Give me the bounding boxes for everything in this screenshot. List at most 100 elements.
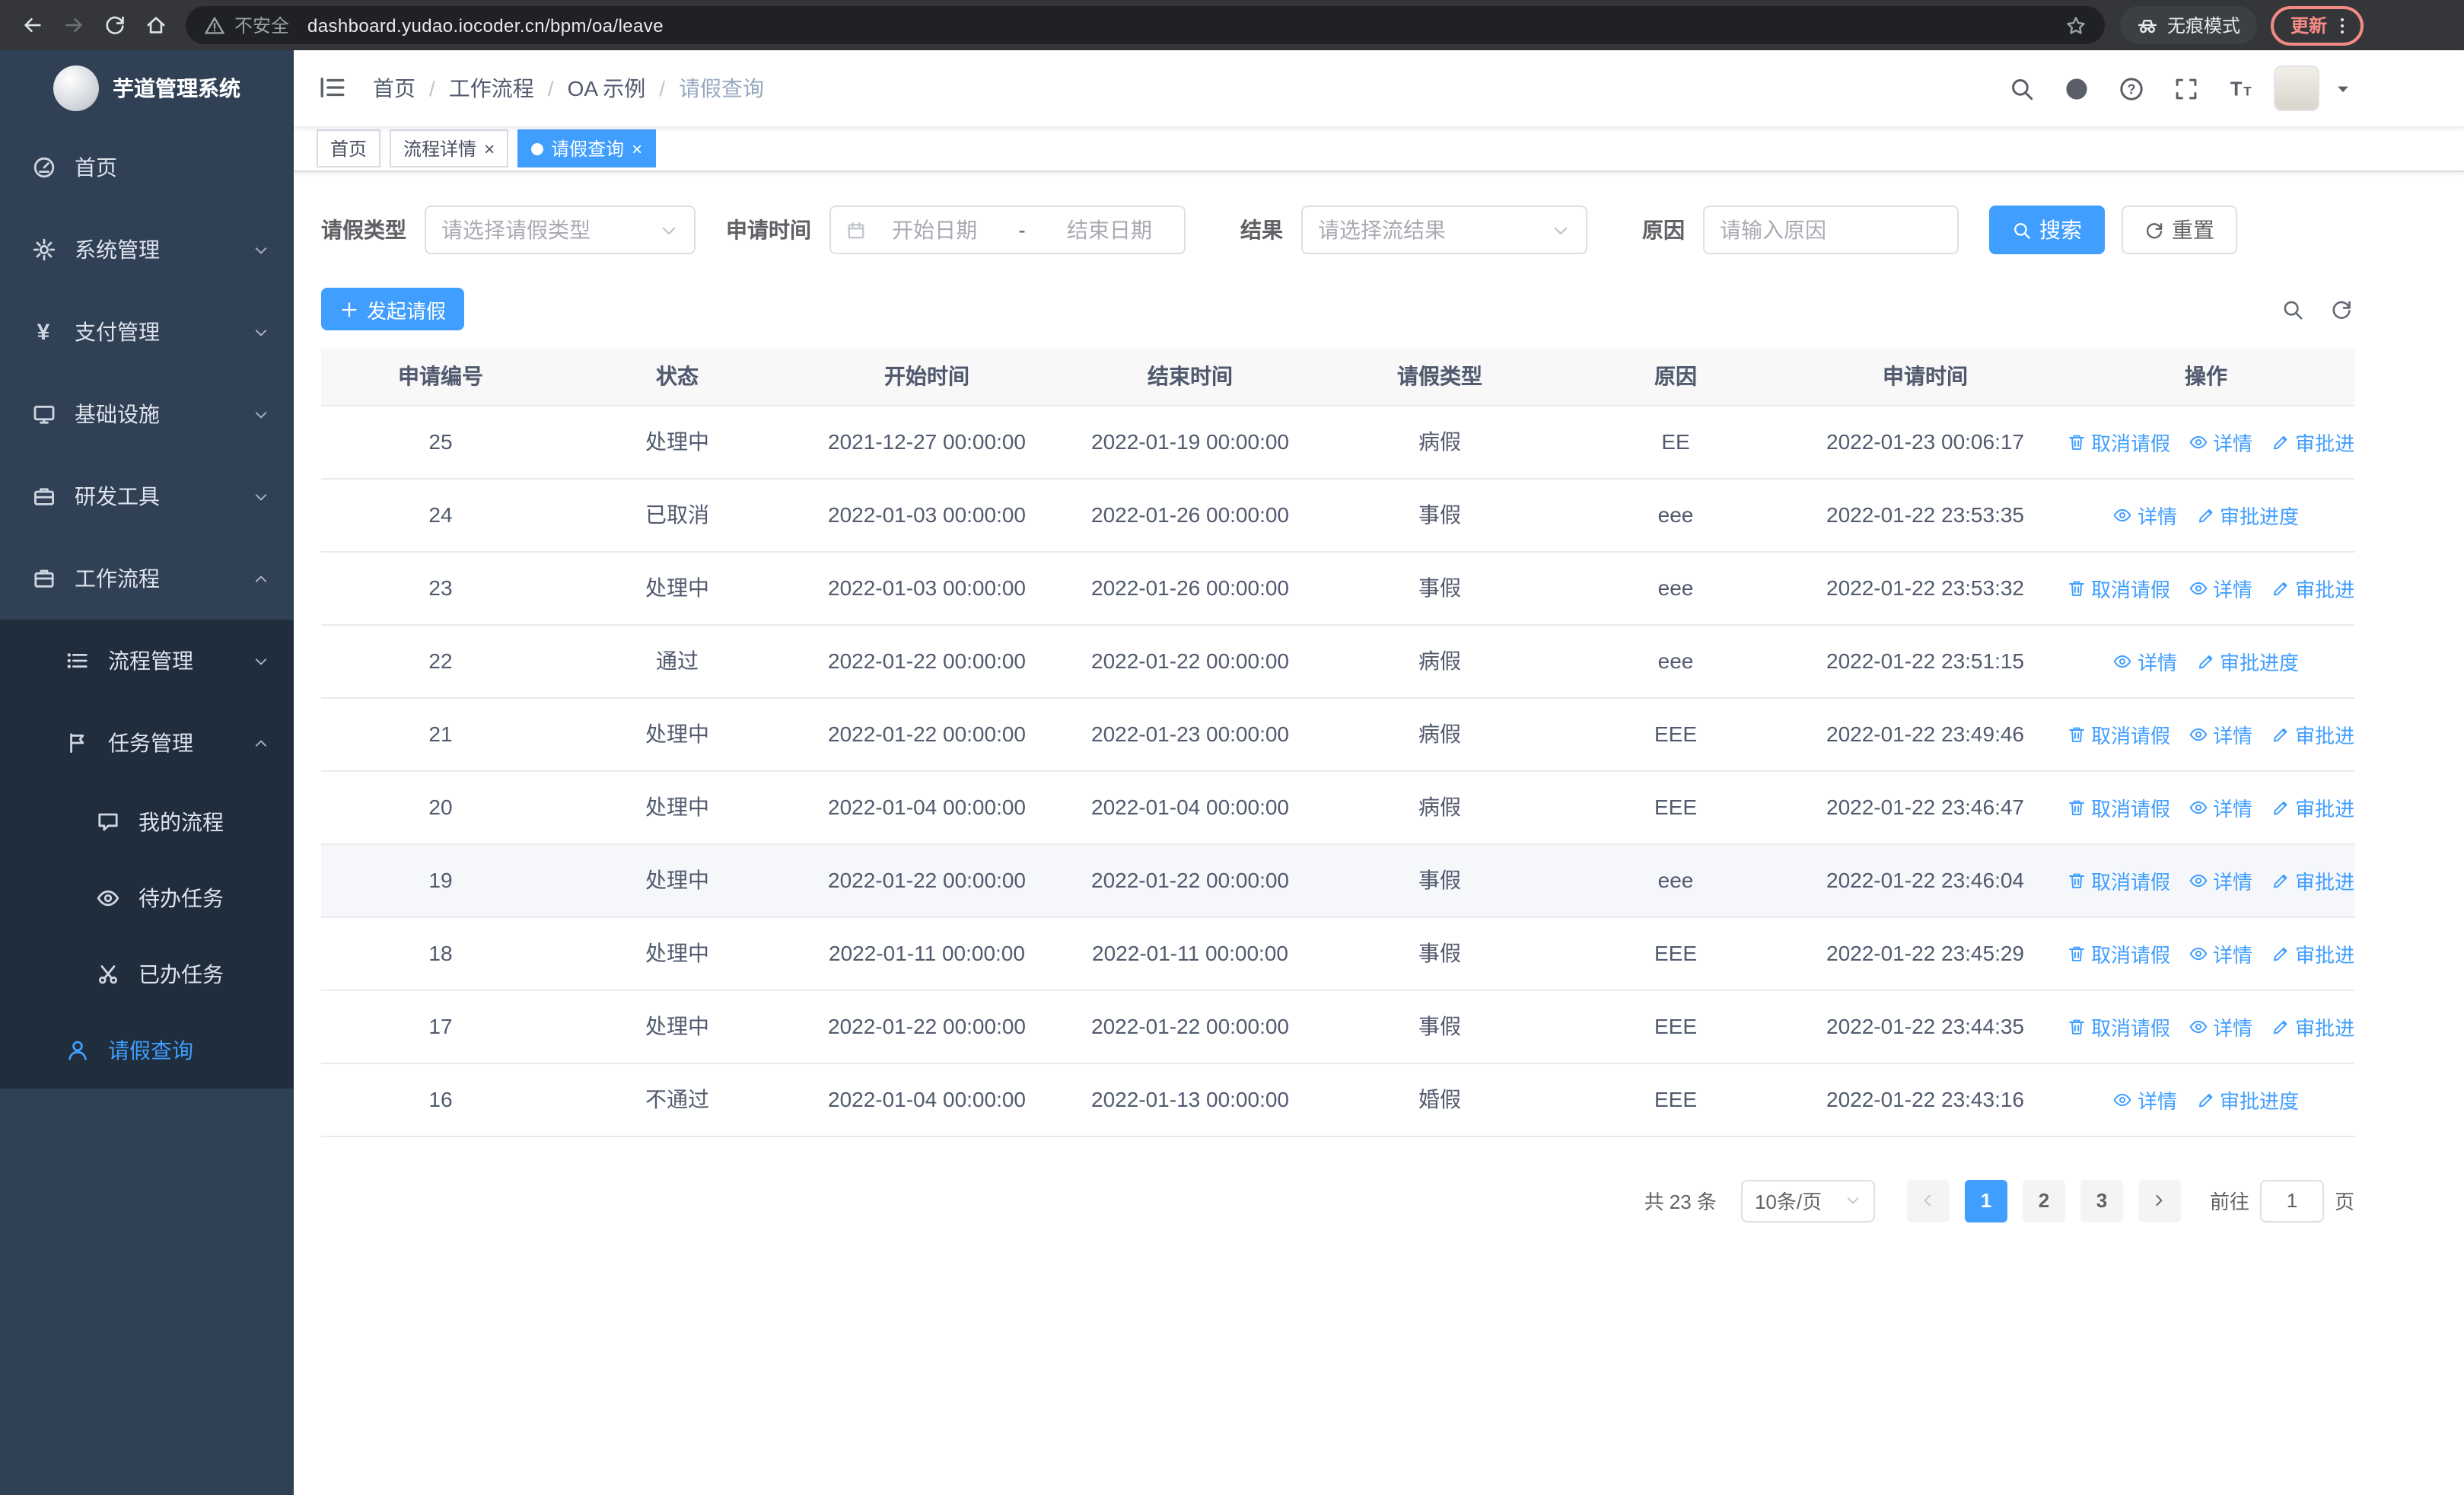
detail-link[interactable]: 详情 (2113, 500, 2177, 529)
col-apply-id: 申请编号 (321, 349, 560, 406)
cell-leave-type: 事假 (1321, 990, 1558, 1063)
browser-update-menu[interactable]: 更新 (2270, 5, 2364, 45)
cancel-leave-link[interactable]: 取消请假 (2067, 1012, 2170, 1041)
page-size-select[interactable]: 10条/页 (1740, 1179, 1875, 1222)
app-logo-row[interactable]: 芋道管理系统 (0, 50, 294, 126)
detail-link[interactable]: 详情 (2189, 939, 2252, 967)
table-row: 18 处理中 2022-01-11 00:00:00 2022-01-11 00:00… (321, 916, 2354, 990)
detail-link[interactable]: 详情 (2189, 573, 2252, 602)
user-avatar[interactable] (2274, 65, 2319, 111)
hamburger-icon[interactable] (318, 73, 349, 104)
breadcrumb-separator: / (547, 76, 554, 100)
cancel-leave-link[interactable]: 取消请假 (2067, 427, 2170, 456)
tag-home[interactable]: 首页 (317, 129, 381, 167)
detail-link[interactable]: 详情 (2189, 1012, 2252, 1041)
approval-progress-link[interactable]: 审批进度 (2271, 1012, 2354, 1041)
app-navbar: 首页 / 工作流程 / OA 示例 / 请假查询 ? TT (294, 50, 2464, 126)
create-leave-button[interactable]: 发起请假 (321, 288, 465, 330)
sidebar-item-todo-tasks[interactable]: 待办任务 (0, 860, 294, 936)
sidebar-item-dev-tools[interactable]: 研发工具 (0, 455, 294, 537)
cell-status: 处理中 (560, 916, 794, 990)
tag-leave-query[interactable]: 请假查询 × (517, 129, 657, 167)
prev-page-button[interactable] (1906, 1179, 1950, 1222)
search-button[interactable]: 搜索 (1989, 206, 2105, 254)
apply-time-range-picker[interactable]: 开始日期 - 结束日期 (829, 206, 1186, 254)
question-icon[interactable]: ? (2109, 67, 2152, 110)
github-icon[interactable] (2055, 67, 2097, 110)
leave-type-select[interactable]: 请选择请假类型 (425, 206, 696, 254)
cell-apply-time: 2022-01-22 23:53:35 (1793, 478, 2058, 552)
approval-progress-link[interactable]: 审批进度 (2271, 792, 2354, 821)
cancel-leave-link[interactable]: 取消请假 (2067, 792, 2170, 821)
sidebar-item-payment[interactable]: ¥ 支付管理 (0, 291, 294, 373)
toggle-search-icon[interactable] (2278, 295, 2306, 323)
browser-back-button[interactable] (12, 5, 53, 46)
sidebar-item-leave-query[interactable]: 请假查询 (0, 1012, 294, 1089)
cell-status: 处理中 (560, 990, 794, 1063)
fullscreen-icon[interactable] (2164, 67, 2207, 110)
browser-reload-button[interactable] (94, 5, 135, 46)
page-button-3[interactable]: 3 (2080, 1179, 2123, 1222)
kebab-menu-icon[interactable] (2332, 14, 2353, 36)
bookmark-star-icon[interactable] (2065, 14, 2087, 36)
approval-progress-link[interactable]: 审批进度 (2271, 719, 2354, 748)
reset-button[interactable]: 重置 (2122, 206, 2237, 254)
sidebar-item-home[interactable]: 首页 (0, 126, 294, 209)
detail-link[interactable]: 详情 (2189, 792, 2252, 821)
search-icon[interactable] (2000, 67, 2042, 110)
page-button-2[interactable]: 2 (2022, 1179, 2065, 1222)
page-content: 请假类型 请选择请假类型 申请时间 开始日期 - 结束日期 结果 请选择流结果 … (294, 172, 2464, 1495)
next-page-button[interactable] (2138, 1179, 2181, 1222)
security-chip[interactable]: 不安全 (204, 12, 289, 38)
cell-end-time: 2022-01-04 00:00:00 (1059, 770, 1321, 844)
approval-progress-link[interactable]: 审批进度 (2271, 939, 2354, 967)
detail-link[interactable]: 详情 (2189, 865, 2252, 894)
sidebar-item-my-process[interactable]: 我的流程 (0, 784, 294, 860)
approval-progress-link[interactable]: 审批进度 (2271, 427, 2354, 456)
sidebar-item-process-management[interactable]: 流程管理 (0, 620, 294, 702)
reason-input[interactable] (1720, 218, 1942, 242)
cell-start-time: 2022-01-22 00:00:00 (794, 624, 1059, 698)
cancel-leave-link[interactable]: 取消请假 (2067, 719, 2170, 748)
close-icon[interactable]: × (484, 139, 495, 158)
gear-icon (30, 237, 56, 263)
cell-leave-type: 病假 (1321, 770, 1558, 844)
browser-home-button[interactable] (135, 5, 177, 46)
cancel-leave-link[interactable]: 取消请假 (2067, 573, 2170, 602)
breadcrumb-workflow[interactable]: 工作流程 (449, 73, 534, 104)
approval-progress-link[interactable]: 审批进度 (2195, 500, 2299, 529)
cancel-leave-link[interactable]: 取消请假 (2067, 865, 2170, 894)
approval-progress-link[interactable]: 审批进度 (2195, 1085, 2299, 1114)
detail-link[interactable]: 详情 (2189, 427, 2252, 456)
sidebar-item-workflow[interactable]: 工作流程 (0, 537, 294, 620)
caret-down-icon[interactable] (2335, 80, 2351, 97)
cell-apply-id: 16 (321, 1063, 560, 1136)
browser-forward-button[interactable] (53, 5, 94, 46)
cell-apply-time: 2022-01-22 23:43:16 (1793, 1063, 2058, 1136)
page-button-1[interactable]: 1 (1964, 1179, 2007, 1222)
font-size-icon[interactable]: TT (2219, 67, 2262, 110)
sidebar-item-done-tasks[interactable]: 已办任务 (0, 936, 294, 1012)
sidebar-item-system[interactable]: 系统管理 (0, 209, 294, 291)
approval-progress-link[interactable]: 审批进度 (2195, 646, 2299, 675)
approval-progress-link[interactable]: 审批进度 (2271, 573, 2354, 602)
delete-icon (2067, 724, 2087, 744)
tag-process-detail[interactable]: 流程详情 × (390, 129, 509, 167)
detail-link[interactable]: 详情 (2113, 1085, 2177, 1114)
address-bar[interactable]: 不安全 dashboard.yudao.iocoder.cn/bpm/oa/le… (186, 6, 2105, 44)
chevron-down-icon (253, 652, 269, 669)
detail-link[interactable]: 详情 (2189, 719, 2252, 748)
sidebar-item-task-management[interactable]: 任务管理 (0, 702, 294, 784)
refresh-table-icon[interactable] (2327, 295, 2354, 323)
cancel-leave-link[interactable]: 取消请假 (2067, 939, 2170, 967)
sidebar-item-infrastructure[interactable]: 基础设施 (0, 373, 294, 455)
goto-page-input[interactable] (2259, 1179, 2324, 1222)
result-select[interactable]: 请选择流结果 (1301, 206, 1587, 254)
breadcrumb-home[interactable]: 首页 (373, 73, 415, 104)
range-separator: - (1018, 218, 1026, 242)
breadcrumb-oa-example[interactable]: OA 示例 (568, 73, 646, 104)
close-icon[interactable]: × (632, 139, 642, 158)
approval-progress-link[interactable]: 审批进度 (2271, 865, 2354, 894)
svg-text:T: T (2230, 78, 2242, 100)
detail-link[interactable]: 详情 (2113, 646, 2177, 675)
